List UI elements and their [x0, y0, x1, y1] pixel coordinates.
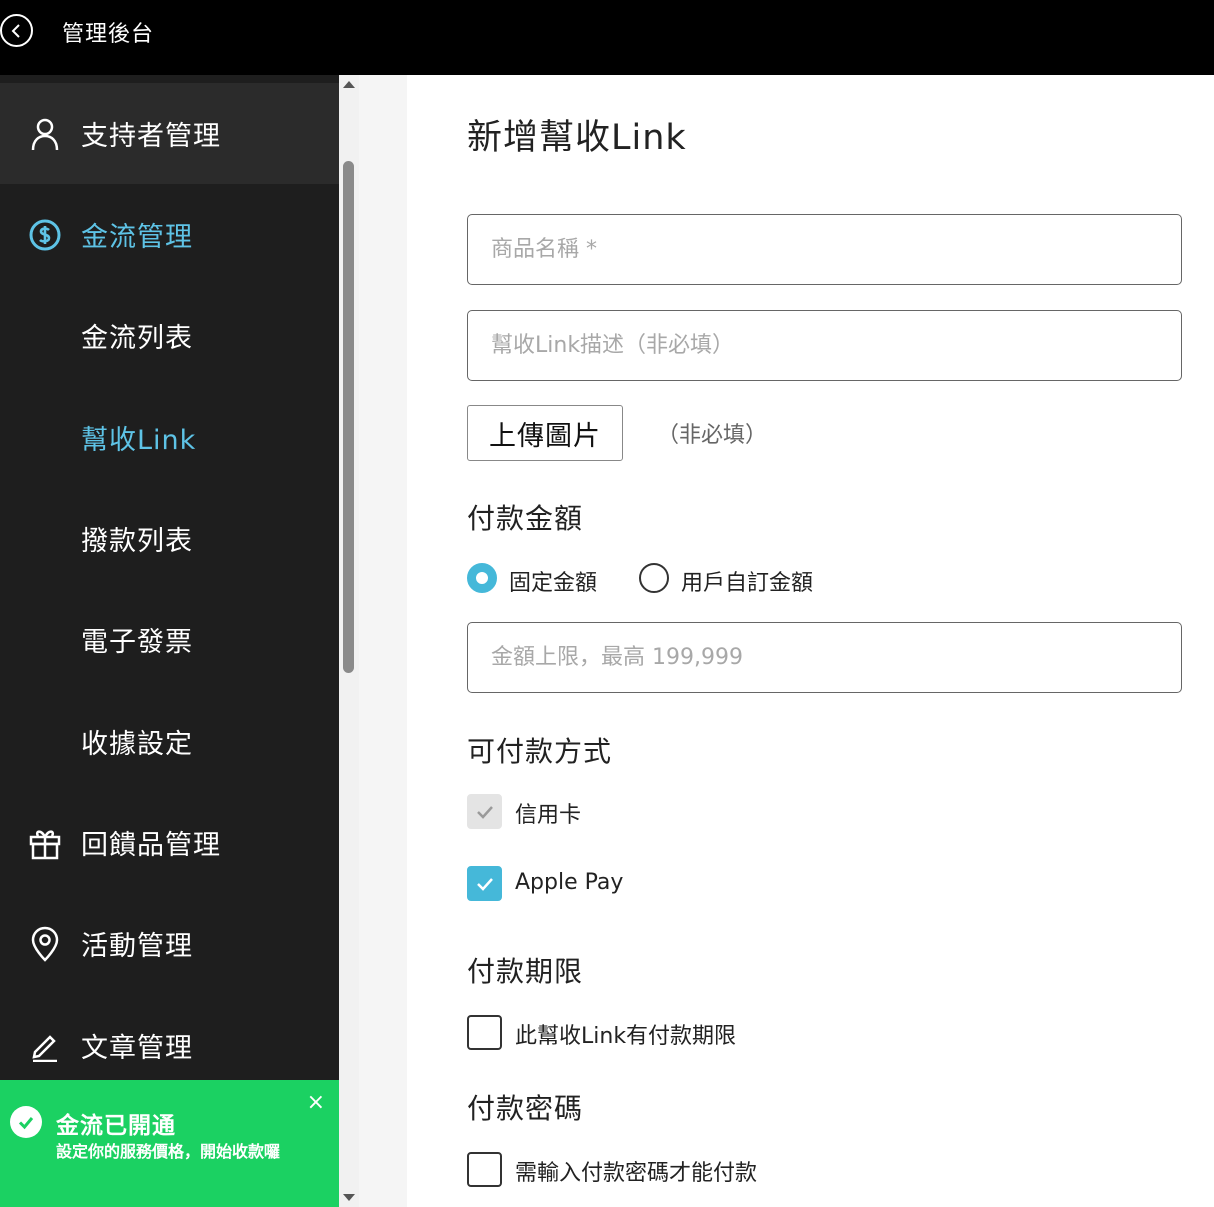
fixed-amount-label[interactable]: 固定金額 [509, 565, 597, 597]
scrollbar-thumb[interactable] [343, 161, 354, 673]
sidebar-scrollbar[interactable] [339, 75, 359, 1207]
payment-enabled-toast: 金流已開通 設定你的服務價格，開始收款囉 × [0, 1080, 339, 1207]
payment-methods-title: 可付款方式 [467, 735, 613, 768]
checkmark-icon [476, 877, 493, 891]
create-link-form: 新增幫收Link 上傳圖片 （非必填） 付款金額 固定金額 用戶自訂金額 可付款… [407, 75, 1214, 1207]
deadline-section-title: 付款期限 [467, 955, 584, 988]
sidebar-item-label: 金流管理 [81, 222, 193, 253]
gift-icon [26, 824, 64, 862]
description-field[interactable] [467, 310, 1182, 381]
sidebar-item-label: 文章管理 [81, 1033, 193, 1064]
pencil-icon [26, 1027, 64, 1065]
location-pin-icon [26, 925, 64, 963]
sidebar-item-receipt-settings[interactable]: 收據設定 [0, 691, 339, 792]
sidebar-item-label: 活動管理 [81, 931, 193, 962]
sidebar-item-label: 回饋品管理 [81, 830, 221, 861]
user-icon [26, 115, 64, 153]
sidebar-item-label: 幫收Link [81, 425, 197, 456]
apple-pay-label[interactable]: Apple Pay [515, 870, 623, 895]
sidebar-item-collect-link[interactable]: 幫收Link [0, 387, 339, 488]
amount-limit-field[interactable] [467, 622, 1182, 693]
sidebar: 支持者管理 金流管理 金流列表 幫收Link 撥款列表 電子發票 收據設定 回饋… [0, 75, 339, 1207]
product-name-input[interactable] [468, 215, 1181, 284]
check-circle-icon [10, 1106, 42, 1138]
sidebar-item-label: 金流列表 [81, 323, 193, 354]
description-input[interactable] [468, 311, 1181, 380]
close-icon[interactable]: × [307, 1092, 325, 1114]
apple-pay-checkbox[interactable] [467, 866, 502, 901]
deadline-checkbox-label[interactable]: 此幫收Link有付款期限 [515, 1018, 736, 1050]
credit-card-label: 信用卡 [515, 803, 582, 828]
sidebar-item-label: 支持者管理 [81, 121, 221, 152]
sidebar-item-label: 收據設定 [81, 729, 193, 760]
custom-amount-label[interactable]: 用戶自訂金額 [681, 565, 813, 597]
credit-card-checkbox [467, 794, 502, 829]
sidebar-item-label: 撥款列表 [81, 526, 193, 557]
checkmark-icon [476, 805, 493, 819]
sidebar-item-payments[interactable]: 金流管理 [0, 184, 339, 285]
sidebar-item-payment-list[interactable]: 金流列表 [0, 285, 339, 386]
app-title: 管理後台 [62, 22, 155, 47]
dollar-circle-icon [26, 216, 64, 254]
chevron-left-icon [11, 23, 20, 38]
scroll-down-arrow-icon[interactable] [343, 1194, 355, 1201]
amount-limit-input[interactable] [468, 623, 1181, 692]
upload-optional-hint: （非必填） [657, 423, 768, 448]
toast-title: 金流已開通 [56, 1113, 176, 1139]
sidebar-item-supporters[interactable]: 支持者管理 [0, 83, 339, 184]
fixed-amount-radio[interactable] [467, 563, 497, 593]
sidebar-item-events[interactable]: 活動管理 [0, 893, 339, 994]
amount-section-title: 付款金額 [467, 502, 584, 535]
toast-message: 設定你的服務價格，開始收款囉 [56, 1142, 281, 1161]
sidebar-item-rewards[interactable]: 回饋品管理 [0, 792, 339, 893]
password-section-title: 付款密碼 [467, 1092, 584, 1125]
upload-image-button[interactable]: 上傳圖片 [467, 405, 623, 461]
page-title: 新增幫收Link [467, 118, 687, 158]
password-checkbox[interactable] [467, 1152, 502, 1187]
back-button[interactable] [0, 14, 33, 47]
sidebar-item-label: 電子發票 [81, 627, 193, 658]
custom-amount-radio[interactable] [639, 563, 669, 593]
top-bar: 管理後台 [0, 0, 1214, 75]
deadline-checkbox[interactable] [467, 1015, 502, 1050]
sidebar-item-payouts[interactable]: 撥款列表 [0, 488, 339, 589]
content-gutter [359, 75, 407, 1207]
password-checkbox-label[interactable]: 需輸入付款密碼才能付款 [515, 1155, 757, 1187]
sidebar-item-e-invoice[interactable]: 電子發票 [0, 589, 339, 690]
product-name-field[interactable] [467, 214, 1182, 285]
scroll-up-arrow-icon[interactable] [343, 81, 355, 88]
